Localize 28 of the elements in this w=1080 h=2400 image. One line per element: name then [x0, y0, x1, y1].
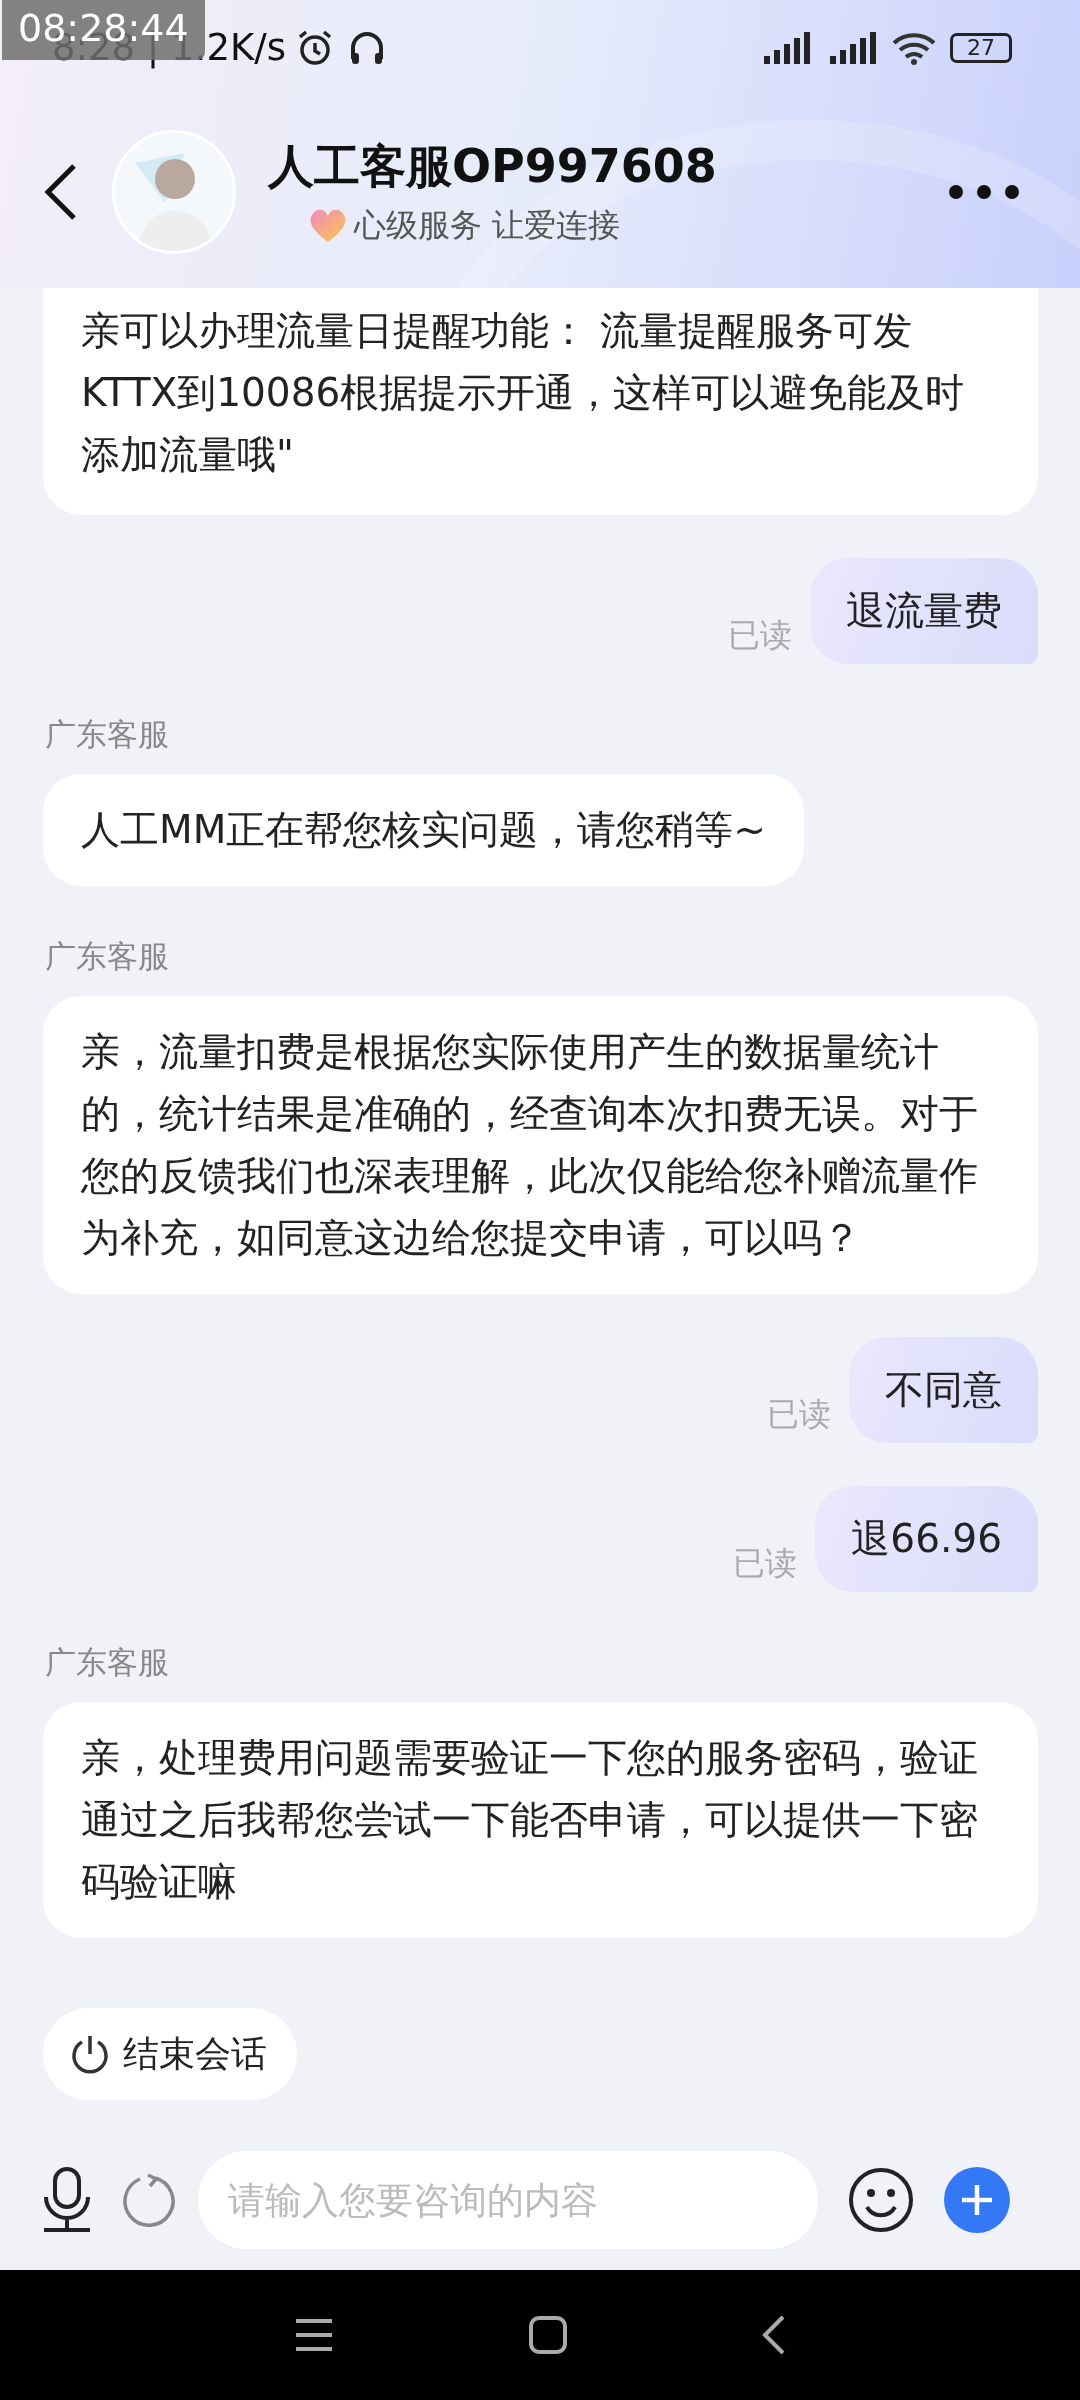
- wifi-icon: [892, 30, 936, 65]
- battery-icon: 27: [950, 32, 1012, 63]
- read-receipt: 已读: [733, 1543, 798, 1584]
- message-input[interactable]: 请输入您要咨询的内容: [198, 2151, 818, 2249]
- back-nav-icon[interactable]: [762, 2315, 786, 2355]
- agent-slogan: 心级服务 让爱连接: [354, 204, 621, 246]
- read-receipt: 已读: [728, 615, 792, 656]
- add-icon[interactable]: [944, 2167, 1010, 2233]
- refresh-icon[interactable]: [122, 2173, 176, 2227]
- power-icon: [69, 2033, 111, 2075]
- user-message: 退66.96: [815, 1486, 1038, 1592]
- agent-message: 亲可以办理流量日提醒功能： 流量提醒服务可发KTTX到10086根据提示开通，这样可以避免能及时添加流量哦": [43, 288, 1038, 515]
- agent-message: 人工MM正在帮您核实问题，请您稍等~: [43, 774, 804, 886]
- agent-message: 亲，流量扣费是根据您实际使用产生的数据量统计的，统计结果是准确的，经查询本次扣费无误。对于您的反馈我们也深表理解，此次仅能给您补赠流量作为补充，如同意这边给您提交申请，可以吗？: [43, 996, 1038, 1294]
- menu-icon[interactable]: [294, 2318, 334, 2352]
- user-message: 退流量费: [810, 558, 1038, 664]
- end-chat-button[interactable]: 结束会话: [43, 2008, 297, 2100]
- sender-name: 广东客服: [45, 715, 170, 754]
- user-message: 不同意: [849, 1337, 1038, 1443]
- emoji-icon[interactable]: [848, 2167, 914, 2233]
- sender-name: 广东客服: [45, 1643, 170, 1682]
- more-icon[interactable]: [948, 183, 1020, 200]
- heart-icon: [308, 207, 348, 244]
- sender-name: 广东客服: [45, 937, 170, 976]
- agent-message: 亲，处理费用问题需要验证一下您的服务密码，验证通过之后我帮您尝试一下能否申请，可以提供一下密码验证嘛: [43, 1702, 1038, 1938]
- agent-title: 人工客服OP997608: [268, 137, 717, 195]
- read-receipt: 已读: [767, 1394, 831, 1435]
- home-icon[interactable]: [529, 2316, 567, 2354]
